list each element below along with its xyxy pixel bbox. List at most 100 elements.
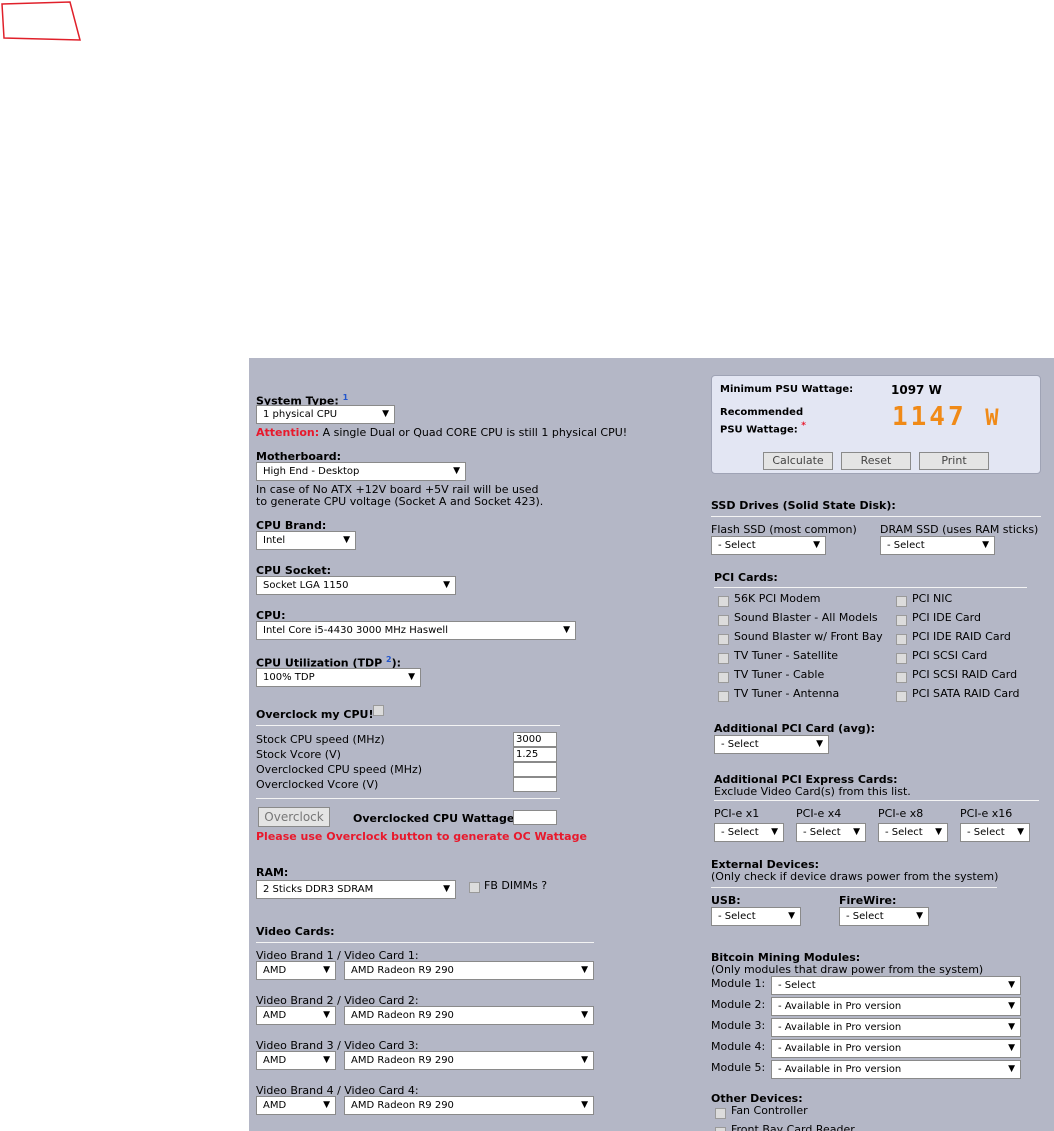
dropdown-arrow-icon: ▼ [323,965,330,975]
divider [711,887,997,888]
reset-button[interactable]: Reset [841,452,911,470]
stock-speed-input[interactable]: 3000 [513,732,557,747]
motherboard-note-2: to generate CPU voltage (Socket A and So… [256,495,544,508]
module-4-label: Module 4: [711,1040,766,1053]
dropdown-arrow-icon: ▼ [1008,1022,1015,1032]
flash-ssd-label: Flash SSD (most common) [711,523,857,536]
pci-checkbox[interactable] [896,596,907,607]
pcie-x16-select[interactable]: - Select ▼ [960,823,1030,842]
cpu-select[interactable]: Intel Core i5-4430 3000 MHz Haswell ▼ [256,621,576,640]
pci-checkbox[interactable] [896,691,907,702]
module-4-select[interactable]: - Available in Pro version ▼ [771,1039,1021,1058]
pcie-x1-label: PCI-e x1 [714,807,760,820]
dram-ssd-label: DRAM SSD (uses RAM sticks) [880,523,1039,536]
bitcoin-note: (Only modules that draw power from the s… [711,963,984,976]
video-card-2-select[interactable]: AMD Radeon R9 290 ▼ [344,1006,594,1025]
dropdown-arrow-icon: ▼ [323,1100,330,1110]
dropdown-arrow-icon: ▼ [1017,827,1024,837]
module-3-label: Module 3: [711,1019,766,1032]
psu-calculator-panel: System Type: 1 1 physical CPU ▼ Attention… [249,358,1054,1131]
oc-vcore-label: Overclocked Vcore (V) [256,778,379,791]
module-3-select[interactable]: - Available in Pro version ▼ [771,1018,1021,1037]
pcie-x8-select[interactable]: - Select ▼ [878,823,948,842]
card-reader-checkbox[interactable] [715,1127,726,1131]
dropdown-arrow-icon: ▼ [982,540,989,550]
dropdown-arrow-icon: ▼ [1008,980,1015,990]
additional-pci-select[interactable]: - Select ▼ [714,735,829,754]
pci-checkbox[interactable] [896,672,907,683]
motherboard-select[interactable]: High End - Desktop ▼ [256,462,466,481]
stock-vcore-label: Stock Vcore (V) [256,748,341,761]
oc-speed-input[interactable] [513,762,557,777]
rec-psu-label-1: Recommended [720,407,804,418]
module-1-select[interactable]: - Select ▼ [771,976,1021,995]
video-card-3-select[interactable]: AMD Radeon R9 290 ▼ [344,1051,594,1070]
pcie-note: Exclude Video Card(s) from this list. [714,785,911,798]
usb-select[interactable]: - Select ▼ [711,907,801,926]
overclock-button[interactable]: Overclock [258,807,330,827]
min-psu-value: 1097 W [891,383,942,397]
dropdown-arrow-icon: ▼ [788,911,795,921]
video-brand-3-select[interactable]: AMD ▼ [256,1051,336,1070]
pci-item-label: TV Tuner - Antenna [734,687,840,700]
divider [256,798,560,799]
overclock-checkbox[interactable] [373,705,384,716]
print-button[interactable]: Print [919,452,989,470]
dropdown-arrow-icon: ▼ [382,409,389,419]
oc-vcore-input[interactable] [513,777,557,792]
dropdown-arrow-icon: ▼ [443,580,450,590]
video-card-4-select[interactable]: AMD Radeon R9 290 ▼ [344,1096,594,1115]
pci-checkbox[interactable] [718,653,729,664]
pci-checkbox[interactable] [896,615,907,626]
dropdown-arrow-icon: ▼ [408,672,415,682]
dropdown-arrow-icon: ▼ [581,1100,588,1110]
video-brand-1-select[interactable]: AMD ▼ [256,961,336,980]
pcie-x4-select[interactable]: - Select ▼ [796,823,866,842]
module-1-label: Module 1: [711,977,766,990]
dropdown-arrow-icon: ▼ [916,911,923,921]
video-brand-2-select[interactable]: AMD ▼ [256,1006,336,1025]
pci-checkbox[interactable] [718,672,729,683]
dropdown-arrow-icon: ▼ [771,827,778,837]
pcie-x16-label: PCI-e x16 [960,807,1013,820]
pci-checkbox[interactable] [718,634,729,645]
pci-checkbox[interactable] [896,634,907,645]
flash-ssd-select[interactable]: - Select ▼ [711,536,826,555]
ram-select[interactable]: 2 Sticks DDR3 SDRAM ▼ [256,880,456,899]
external-devices-note: (Only check if device draws power from t… [711,870,999,883]
oc-wattage-input[interactable] [513,810,557,825]
fb-dimms-checkbox[interactable] [469,882,480,893]
calculate-button[interactable]: Calculate [763,452,833,470]
pci-checkbox[interactable] [718,691,729,702]
pcie-x4-label: PCI-e x4 [796,807,842,820]
psu-result-box: Minimum PSU Wattage: 1097 W Recommended … [711,375,1041,474]
fan-controller-label: Fan Controller [731,1104,808,1117]
pci-checkbox[interactable] [896,653,907,664]
cpu-brand-select[interactable]: Intel ▼ [256,531,356,550]
cpu-socket-select[interactable]: Socket LGA 1150 ▼ [256,576,456,595]
pci-checkbox[interactable] [718,615,729,626]
pcie-x1-select[interactable]: - Select ▼ [714,823,784,842]
dropdown-arrow-icon: ▼ [1008,1064,1015,1074]
module-5-select[interactable]: - Available in Pro version ▼ [771,1060,1021,1079]
pci-checkbox[interactable] [718,596,729,607]
fan-controller-checkbox[interactable] [715,1108,726,1119]
dram-ssd-select[interactable]: - Select ▼ [880,536,995,555]
dropdown-arrow-icon: ▼ [443,884,450,894]
module-2-select[interactable]: - Available in Pro version ▼ [771,997,1021,1016]
min-psu-label: Minimum PSU Wattage: [720,384,854,395]
cpu-utilization-select[interactable]: 100% TDP ▼ [256,668,421,687]
system-type-select[interactable]: 1 physical CPU ▼ [256,405,395,424]
dropdown-arrow-icon: ▼ [1008,1001,1015,1011]
stock-speed-label: Stock CPU speed (MHz) [256,733,385,746]
video-brand-4-select[interactable]: AMD ▼ [256,1096,336,1115]
pci-item-label: TV Tuner - Satellite [734,649,839,662]
overclock-label: Overclock my CPU! [256,708,374,721]
firewire-select[interactable]: - Select ▼ [839,907,929,926]
footnote-link-1[interactable]: 1 [343,393,349,402]
stock-vcore-input[interactable]: 1.25 [513,747,557,762]
divider [256,725,560,726]
oc-wattage-label: Overclocked CPU Wattage: [353,812,519,825]
dropdown-arrow-icon: ▼ [853,827,860,837]
video-card-1-select[interactable]: AMD Radeon R9 290 ▼ [344,961,594,980]
